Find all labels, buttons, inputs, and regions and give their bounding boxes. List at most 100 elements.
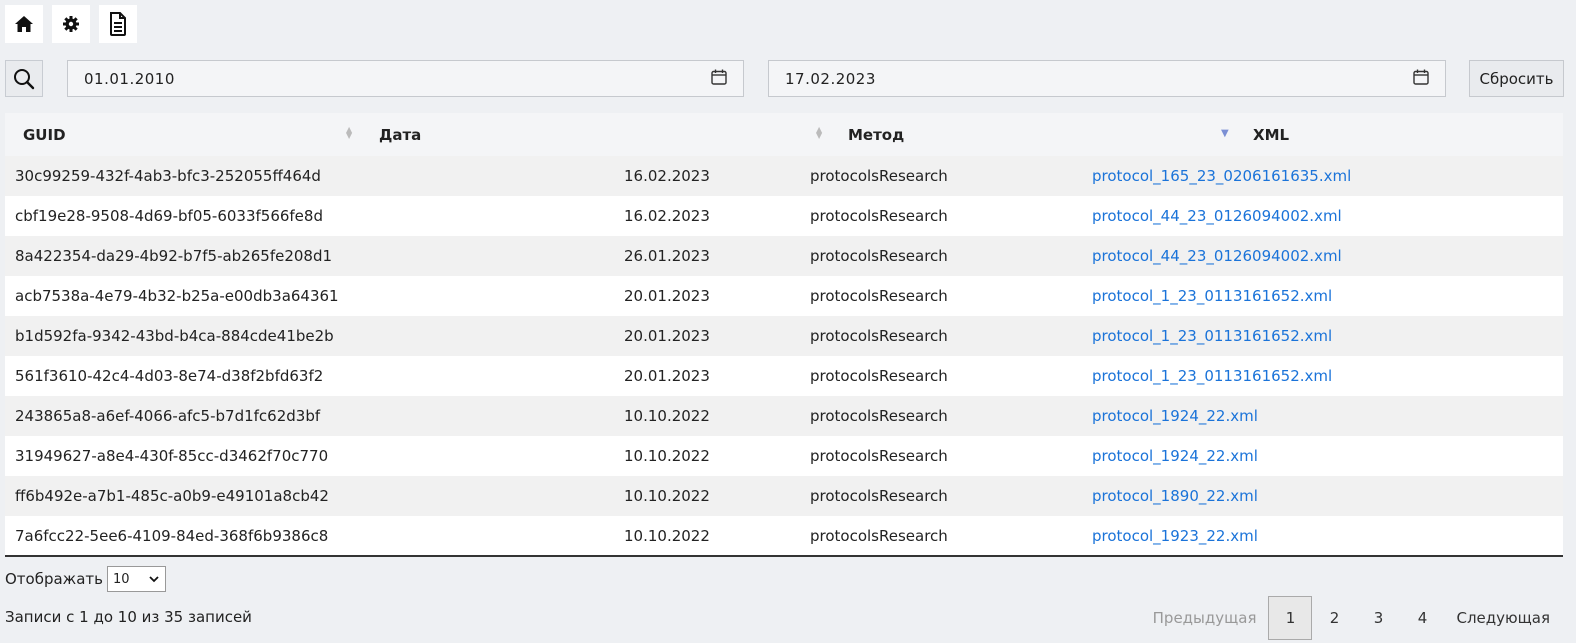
date-value: 26.01.2023	[624, 247, 710, 265]
column-header-label: XML	[1253, 126, 1290, 144]
table-row[interactable]: acb7538a-4e79-4b32-b25a-e00db3a64361 20.0…	[5, 276, 1563, 316]
page-button-1[interactable]: 1	[1268, 596, 1313, 640]
xml-cell: protocol_44_23_0126094002.xml	[1092, 196, 1563, 236]
page-button-2[interactable]: 2	[1312, 596, 1356, 640]
xml-cell: protocol_1_23_0113161652.xml	[1092, 316, 1563, 356]
chevron-down-icon	[149, 576, 159, 583]
date-value: 16.02.2023	[624, 167, 710, 185]
date-value: 20.01.2023	[624, 367, 710, 385]
column-header-label: GUID	[23, 126, 66, 144]
xml-cell: protocol_1_23_0113161652.xml	[1092, 356, 1563, 396]
xml-link[interactable]: protocol_165_23_0206161635.xml	[1092, 167, 1351, 185]
table-row[interactable]: 7a6fcc22-5ee6-4109-84ed-368f6b9386c8 10.1…	[5, 516, 1563, 557]
page-button-3[interactable]: 3	[1356, 596, 1400, 640]
date-cell: 10.10.2022	[362, 396, 829, 436]
xml-link[interactable]: protocol_44_23_0126094002.xml	[1092, 247, 1342, 265]
xml-link[interactable]: protocol_1_23_0113161652.xml	[1092, 367, 1332, 385]
date-from-value: 01.01.2010	[84, 69, 175, 88]
date-cell: 16.02.2023	[362, 156, 829, 196]
table-row[interactable]: 30c99259-432f-4ab3-bfc3-252055ff464d 16.0…	[5, 156, 1563, 196]
home-icon	[15, 16, 33, 32]
records-info: Записи с 1 до 10 из 35 записей	[5, 608, 252, 626]
column-header-method[interactable]: Метод ▼	[829, 113, 1234, 156]
guid-value: 8a422354-da29-4b92-b7f5-ab265fe208d1	[15, 247, 333, 265]
column-header-xml[interactable]: XML	[1234, 113, 1563, 156]
table-row[interactable]: 243865a8-a6ef-4066-afc5-b7d1fc62d3bf 10.1…	[5, 396, 1563, 436]
date-value: 20.01.2023	[624, 327, 710, 345]
document-button[interactable]	[99, 5, 137, 43]
guid-value: 7a6fcc22-5ee6-4109-84ed-368f6b9386c8	[15, 526, 329, 545]
guid-value: 30c99259-432f-4ab3-bfc3-252055ff464d	[15, 167, 321, 185]
guid-cell: 561f3610-42c4-4d03-8e74-d38f2bfd63f2	[5, 356, 362, 396]
method-value: protocolsResearch	[810, 247, 948, 265]
previous-page-button[interactable]: Предыдущая	[1141, 596, 1269, 640]
calendar-icon[interactable]	[711, 69, 727, 85]
method-value: protocolsResearch	[810, 167, 948, 185]
method-value: protocolsResearch	[810, 367, 948, 385]
table-row[interactable]: 561f3610-42c4-4d03-8e74-d38f2bfd63f2 20.0…	[5, 356, 1563, 396]
table-row[interactable]: b1d592fa-9342-43bd-b4ca-884cde41be2b 20.0…	[5, 316, 1563, 356]
search-button[interactable]	[5, 60, 43, 97]
date-cell: 10.10.2022	[362, 516, 829, 557]
pagination: Предыдущая 1 2 3 4 Следующая	[1141, 596, 1562, 640]
xml-link[interactable]: protocol_1924_22.xml	[1092, 407, 1258, 425]
column-header-label: Дата	[379, 126, 422, 144]
guid-value: 243865a8-a6ef-4066-afc5-b7d1fc62d3bf	[15, 407, 321, 425]
date-value: 10.10.2022	[624, 407, 710, 425]
calendar-icon[interactable]	[1413, 69, 1429, 85]
table-row[interactable]: cbf19e28-9508-4d69-bf05-6033f566fe8d 16.0…	[5, 196, 1563, 236]
date-from-field[interactable]: 01.01.2010	[67, 60, 744, 97]
sort-desc-icon: ▼	[1221, 128, 1229, 139]
date-value: 10.10.2022	[624, 487, 710, 505]
xml-cell: protocol_44_23_0126094002.xml	[1092, 236, 1563, 276]
date-value: 10.10.2022	[624, 447, 710, 465]
guid-cell: 7a6fcc22-5ee6-4109-84ed-368f6b9386c8	[5, 516, 362, 557]
column-header-date[interactable]: Дата ▲ ▼	[362, 113, 829, 156]
method-value: protocolsResearch	[810, 526, 948, 545]
xml-link[interactable]: protocol_44_23_0126094002.xml	[1092, 207, 1342, 225]
search-icon	[14, 68, 35, 89]
sort-icon: ▲ ▼	[816, 125, 823, 140]
guid-value: ff6b492e-a7b1-485c-a0b9-e49101a8cb42	[15, 487, 329, 505]
column-header-guid[interactable]: GUID ▲ ▼	[5, 113, 362, 156]
guid-value: acb7538a-4e79-4b32-b25a-e00db3a64361	[15, 287, 339, 305]
date-cell: 20.01.2023	[362, 356, 829, 396]
xml-cell: protocol_1924_22.xml	[1092, 436, 1563, 476]
xml-link[interactable]: protocol_1_23_0113161652.xml	[1092, 287, 1332, 305]
date-to-value: 17.02.2023	[785, 69, 876, 88]
column-header-label: Метод	[848, 126, 905, 144]
table-row[interactable]: 8a422354-da29-4b92-b7f5-ab265fe208d1 26.0…	[5, 236, 1563, 276]
guid-value: 31949627-a8e4-430f-85cc-d3462f70c770	[15, 447, 329, 465]
next-page-button[interactable]: Следующая	[1444, 596, 1562, 640]
reset-button[interactable]: Сбросить	[1469, 60, 1564, 97]
guid-cell: cbf19e28-9508-4d69-bf05-6033f566fe8d	[5, 196, 362, 236]
method-value: protocolsResearch	[810, 407, 948, 425]
xml-link[interactable]: protocol_1_23_0113161652.xml	[1092, 327, 1332, 345]
settings-button[interactable]	[52, 5, 90, 43]
date-cell: 10.10.2022	[362, 476, 829, 516]
xml-cell: protocol_1_23_0113161652.xml	[1092, 276, 1563, 316]
page-size-value: 10	[112, 571, 130, 587]
xml-link[interactable]: protocol_1890_22.xml	[1092, 487, 1258, 505]
table-row[interactable]: 31949627-a8e4-430f-85cc-d3462f70c770 10.1…	[5, 436, 1563, 476]
table-row[interactable]: ff6b492e-a7b1-485c-a0b9-e49101a8cb42 10.1…	[5, 476, 1563, 516]
page-button-4[interactable]: 4	[1400, 596, 1444, 640]
page-size-select[interactable]: 10	[106, 566, 166, 592]
date-to-field[interactable]: 17.02.2023	[768, 60, 1446, 97]
guid-cell: acb7538a-4e79-4b32-b25a-e00db3a64361	[5, 276, 362, 316]
guid-cell: 30c99259-432f-4ab3-bfc3-252055ff464d	[5, 156, 362, 196]
guid-cell: 243865a8-a6ef-4066-afc5-b7d1fc62d3bf	[5, 396, 362, 436]
guid-cell: 8a422354-da29-4b92-b7f5-ab265fe208d1	[5, 236, 362, 276]
xml-link[interactable]: protocol_1924_22.xml	[1092, 447, 1258, 465]
home-button[interactable]	[5, 5, 43, 43]
date-cell: 20.01.2023	[362, 276, 829, 316]
date-cell: 26.01.2023	[362, 236, 829, 276]
guid-value: 561f3610-42c4-4d03-8e74-d38f2bfd63f2	[15, 367, 324, 385]
document-icon	[110, 12, 126, 36]
method-value: protocolsResearch	[810, 207, 948, 225]
xml-link[interactable]: protocol_1923_22.xml	[1092, 527, 1258, 545]
date-cell: 10.10.2022	[362, 436, 829, 476]
method-value: protocolsResearch	[810, 287, 948, 305]
table-header-row: GUID ▲ ▼ Дата ▲ ▼ Метод ▼ XML	[5, 113, 1563, 156]
method-value: protocolsResearch	[810, 327, 948, 345]
